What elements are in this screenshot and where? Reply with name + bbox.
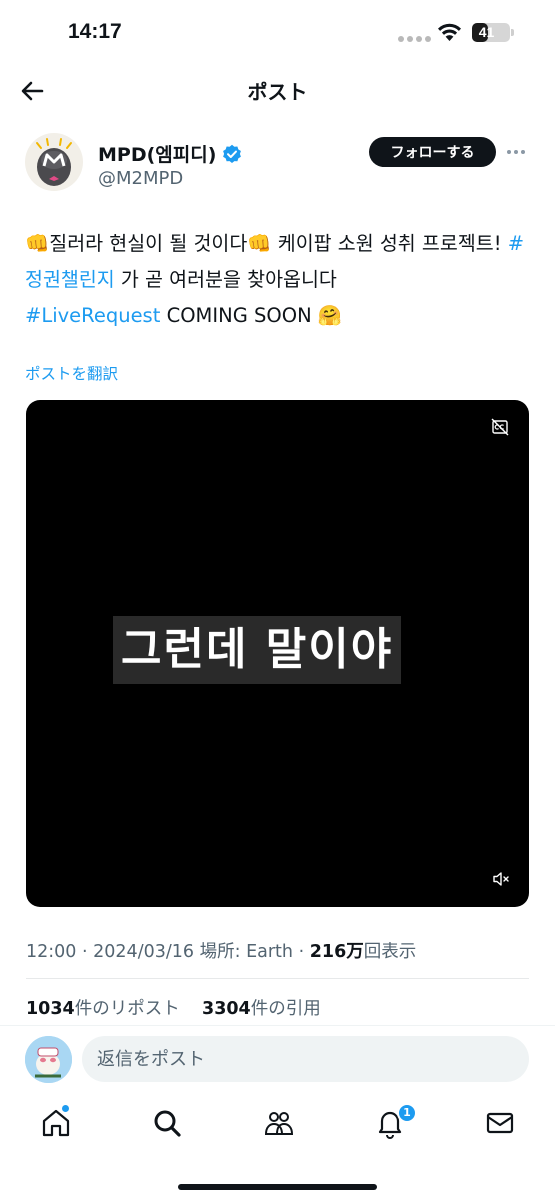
quotes-stat[interactable]: 3304件の引用 [202, 999, 321, 1019]
post-date: 2024/03/16 [93, 942, 195, 962]
divider [26, 978, 529, 979]
user-avatar[interactable] [25, 1036, 72, 1083]
home-new-dot [62, 1105, 69, 1112]
reposts-stat[interactable]: 1034件のリポスト [26, 999, 180, 1019]
home-indicator [178, 1184, 377, 1190]
page-title: ポスト [247, 80, 308, 104]
fist-emoji: 👊 [247, 232, 272, 255]
post-time: 12:00 [26, 942, 77, 962]
reply-bar [0, 1025, 555, 1095]
post-text: 👊질러라 현실이 될 것이다👊 케이팝 소원 성취 프로젝트! #정권챌린지 가… [25, 226, 530, 334]
video-subtitle: 그런데 말이야 [113, 616, 402, 684]
wifi-icon [438, 23, 461, 41]
follow-button[interactable]: フォローする [369, 137, 496, 167]
post-text-part: 질러라 현실이 될 것이다 [49, 232, 248, 255]
post-meta: 12:00 · 2024/03/16 場所: Earth · 216万回表示 [26, 942, 417, 962]
battery-nub [511, 29, 514, 36]
battery-icon: 41 [472, 23, 510, 42]
search-icon[interactable] [151, 1107, 183, 1139]
battery-level: 41 [478, 24, 495, 40]
post-stats: 1034件のリポスト 3304件の引用 [26, 995, 321, 1020]
author-handle[interactable]: @M2MPD [98, 168, 183, 189]
post-location: 場所: Earth [199, 942, 293, 962]
author-name[interactable]: MPD(엠피디) [98, 140, 242, 167]
post-text-part: 가 곧 여러분을 찾아옵니다 [114, 268, 337, 291]
verified-badge-icon [223, 144, 242, 163]
signal-icon [398, 36, 431, 42]
fist-emoji: 👊 [25, 232, 50, 255]
captions-off-icon[interactable] [491, 418, 509, 436]
more-horizontal-icon[interactable] [507, 150, 525, 154]
reply-input[interactable] [82, 1036, 529, 1082]
post-text-part: 케이팝 소원 성취 프로젝트! [271, 232, 508, 255]
home-icon[interactable] [40, 1107, 72, 1139]
views-label: 回表示 [363, 942, 417, 962]
reposts-label: 件のリポスト [74, 999, 180, 1019]
notification-badge: 1 [397, 1103, 417, 1123]
author-avatar[interactable] [25, 133, 83, 191]
quotes-label: 件の引用 [250, 999, 321, 1019]
status-time: 14:17 [68, 20, 122, 43]
communities-icon[interactable] [263, 1107, 295, 1139]
video-player[interactable]: 그런데 말이야 [26, 400, 529, 907]
tab-bar: 1 [0, 1095, 555, 1165]
author-display-name[interactable]: MPD(엠피디) [98, 140, 216, 167]
translate-post-link[interactable]: ポストを翻訳 [25, 362, 118, 384]
status-bar: 14:17 41 [0, 0, 555, 62]
volume-muted-icon[interactable] [492, 870, 510, 888]
views-count: 216万 [309, 942, 364, 962]
hug-emoji: 🤗 [317, 304, 343, 327]
post-text-part: COMING SOON [160, 304, 318, 327]
reposts-count: 1034 [26, 999, 75, 1019]
quotes-count: 3304 [202, 999, 251, 1019]
nav-header: ポスト [0, 62, 555, 118]
messages-icon[interactable] [484, 1107, 516, 1139]
hashtag-link[interactable]: #LiveRequest [25, 304, 160, 327]
